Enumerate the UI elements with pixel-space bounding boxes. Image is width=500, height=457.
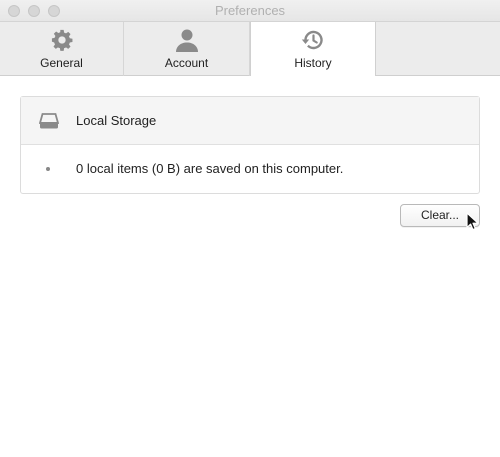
- gear-icon: [49, 27, 75, 53]
- local-storage-panel: Local Storage 0 local items (0 B) are sa…: [20, 96, 480, 194]
- bullet: [46, 167, 50, 171]
- tab-history-label: History: [294, 56, 332, 70]
- mouse-pointer-icon: [466, 212, 480, 232]
- tab-history[interactable]: History: [250, 22, 376, 76]
- preferences-toolbar: General Account History: [0, 22, 500, 76]
- window-title: Preferences: [214, 3, 286, 18]
- tab-general-label: General: [40, 56, 83, 70]
- history-icon: [300, 27, 326, 53]
- tab-general[interactable]: General: [0, 22, 124, 76]
- local-storage-header: Local Storage: [21, 97, 479, 145]
- person-icon: [174, 27, 200, 53]
- storage-summary-text: 0 local items (0 B) are saved on this co…: [76, 161, 344, 176]
- preferences-window: Preferences General Account History Loca…: [0, 0, 500, 457]
- storage-summary-row: 0 local items (0 B) are saved on this co…: [21, 145, 479, 193]
- tab-account[interactable]: Account: [124, 22, 250, 76]
- tab-account-label: Account: [164, 56, 209, 70]
- drive-icon: [38, 112, 60, 130]
- local-storage-title: Local Storage: [76, 113, 157, 128]
- title-bar[interactable]: Preferences: [0, 0, 500, 22]
